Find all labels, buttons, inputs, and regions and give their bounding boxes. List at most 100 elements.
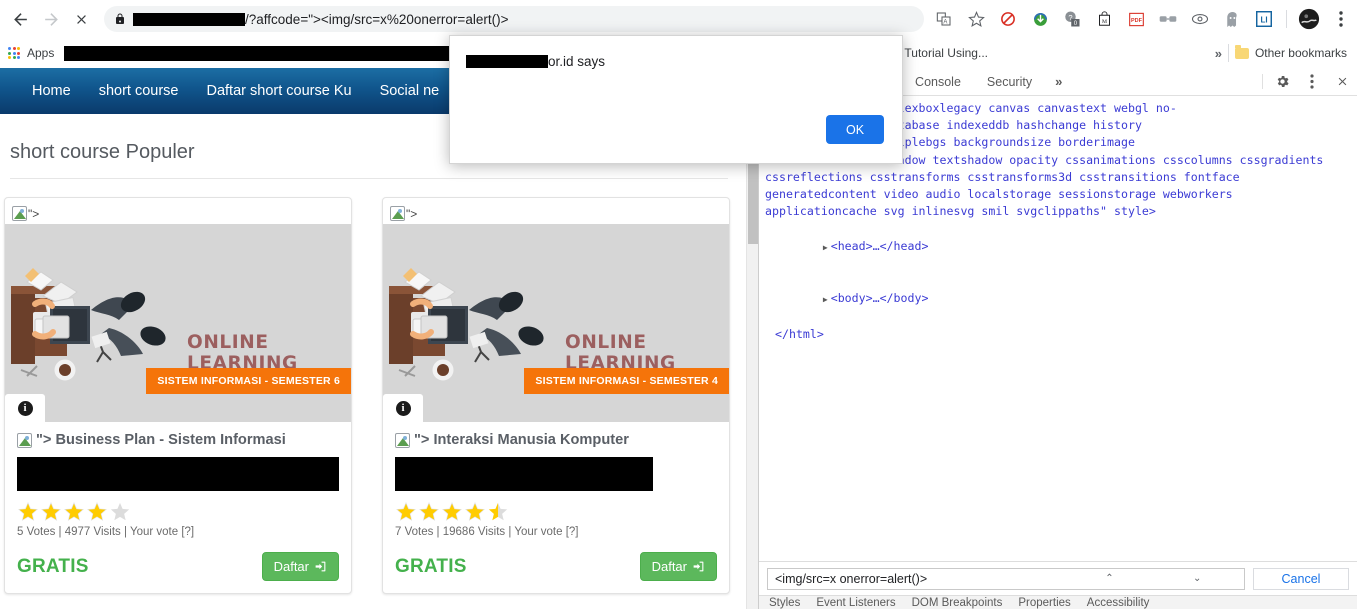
rating-stars[interactable] — [395, 501, 717, 523]
chrome-menu-icon[interactable] — [1328, 6, 1354, 32]
apps-label[interactable]: Apps — [27, 46, 54, 60]
course-title-text: Business Plan - Sistem Informasi — [55, 432, 286, 448]
search-nav-arrows: ⌃ ⌄ — [1067, 573, 1240, 584]
dom-line: generatedcontent video audio localstorag… — [765, 187, 1233, 202]
star-filled-icon — [396, 502, 416, 521]
back-button[interactable] — [8, 4, 33, 34]
course-price: GRATIS — [17, 555, 89, 577]
page-content: short course Populer "> ONLINE LEARNING … — [0, 114, 746, 594]
forward-button[interactable] — [39, 4, 64, 34]
pdf-extension-icon[interactable]: PDF — [1123, 6, 1149, 32]
search-next-icon[interactable]: ⌄ — [1154, 573, 1240, 584]
star-filled-icon — [465, 502, 485, 521]
register-button-label: Daftar — [651, 559, 687, 574]
bookmarks-divider — [1227, 44, 1229, 62]
register-button[interactable]: Daftar — [261, 552, 339, 581]
title-divider — [10, 178, 728, 179]
nav-item-social-network[interactable]: Social ne — [366, 83, 454, 99]
card-body: "> Business Plan - Sistem Informasi 5 Vo… — [5, 422, 351, 593]
tab-security[interactable]: Security — [974, 68, 1045, 95]
nav-item-home[interactable]: Home — [18, 83, 85, 99]
star-filled-icon — [87, 502, 107, 521]
bookmark-star-icon[interactable] — [963, 6, 989, 32]
dom-node-head[interactable]: ▶ <head>…</head> — [765, 220, 1357, 273]
stop-loading-button[interactable] — [69, 4, 94, 34]
info-icon: i — [17, 400, 33, 416]
other-bookmarks-label: Other bookmarks — [1254, 46, 1347, 60]
card-footer: GRATIS Daftar — [17, 552, 339, 581]
expand-triangle-icon[interactable]: ▶ — [823, 295, 828, 304]
devtools-toolbar-divider — [1262, 74, 1263, 89]
info-icon: i — [395, 400, 411, 416]
address-bar[interactable]: /?affcode="><img/src=x%20onerror=alert()… — [104, 6, 925, 32]
kebab-menu-icon[interactable] — [1297, 68, 1327, 95]
tab-console[interactable]: Console — [902, 68, 974, 95]
status-badge: SISTEM INFORMASI - SEMESTER 6 — [146, 368, 351, 394]
star-filled-icon — [18, 502, 38, 521]
sidebar-tab-event-listeners[interactable]: Event Listeners — [816, 597, 895, 609]
help-badge-icon[interactable]: ? 0 — [1059, 6, 1085, 32]
course-hero-image: ONLINE LEARNING SISTEM INFORMASI - SEMES… — [5, 224, 351, 394]
nav-item-short-course[interactable]: short course — [85, 83, 193, 99]
glasses-extension-icon[interactable] — [1155, 6, 1181, 32]
alert-origin-text: or.id says — [548, 54, 606, 69]
broken-image-text: "> — [414, 432, 430, 448]
expand-triangle-icon[interactable]: ▶ — [823, 243, 828, 252]
download-manager-icon[interactable] — [1027, 6, 1053, 32]
card-broken-image-row: "> — [383, 198, 729, 224]
broken-image-text: "> — [36, 432, 52, 448]
bookmarks-overflow-icon[interactable]: » — [1215, 46, 1222, 61]
rating-stars[interactable] — [17, 501, 339, 523]
javascript-alert-dialog: or.id says OK — [449, 35, 903, 164]
adblock-icon[interactable] — [995, 6, 1021, 32]
broken-image-icon: "> — [390, 206, 417, 222]
profile-avatar-icon[interactable] — [1296, 6, 1322, 32]
search-cancel-button[interactable]: Cancel — [1253, 567, 1349, 590]
search-prev-icon[interactable]: ⌃ — [1067, 573, 1153, 584]
course-card[interactable]: "> ONLINE LEARNING SISTEM INFORMASI - SE… — [4, 197, 352, 594]
rating-meta: 7 Votes | 19686 Visits | Your vote [?] — [395, 526, 579, 538]
card-info-tab[interactable]: i — [5, 394, 45, 422]
close-x-icon — [77, 14, 87, 24]
close-icon[interactable] — [1327, 68, 1357, 95]
translate-icon[interactable]: A — [931, 6, 957, 32]
ghost-extension-icon[interactable] — [1219, 6, 1245, 32]
toolbar-divider — [1286, 10, 1288, 28]
course-card[interactable]: "> ONLINE LEARNING SISTEM INFORMASI - SE… — [382, 197, 730, 594]
other-bookmarks-folder[interactable]: Other bookmarks — [1234, 44, 1347, 60]
svg-text:A: A — [943, 20, 947, 26]
linkedin-icon[interactable]: LI — [1251, 6, 1277, 32]
register-button[interactable]: Daftar — [639, 552, 717, 581]
sidebar-tab-properties[interactable]: Properties — [1018, 597, 1070, 609]
course-title: "> Interaksi Manusia Komputer — [395, 432, 717, 448]
card-info-tab[interactable]: i — [383, 394, 423, 422]
alert-ok-button[interactable]: OK — [826, 115, 884, 144]
devtools-search-input[interactable]: <img/src=x onerror=alert()> ⌃ ⌄ — [767, 567, 1245, 590]
dom-node-body[interactable]: ▶ <body>…</body> — [765, 273, 1357, 326]
card-body: "> Interaksi Manusia Komputer 7 Votes | … — [383, 422, 729, 593]
gear-icon[interactable] — [1267, 68, 1297, 95]
tab-overflow-chevrons[interactable]: » — [1045, 68, 1072, 95]
star-filled-icon — [442, 502, 462, 521]
svg-text:PDF: PDF — [1131, 18, 1143, 24]
back-arrow-icon — [13, 12, 27, 26]
apps-grid-icon[interactable] — [8, 47, 20, 59]
forward-arrow-icon — [44, 12, 58, 26]
register-button-label: Daftar — [273, 559, 309, 574]
devtools-dom-tree[interactable]: lass=" js flexbox flexboxlegacy canvas c… — [759, 96, 1357, 561]
metamask-icon[interactable]: M — [1091, 6, 1117, 32]
sidebar-tab-styles[interactable]: Styles — [769, 597, 800, 609]
sidebar-tab-accessibility[interactable]: Accessibility — [1087, 597, 1150, 609]
sign-in-arrow-icon — [314, 560, 327, 573]
alert-origin-label: or.id says — [466, 54, 605, 69]
broken-image-glyph — [390, 206, 405, 222]
svg-text:M: M — [1102, 19, 1107, 25]
url-redaction-bar — [133, 12, 246, 26]
svg-text:LI: LI — [1260, 16, 1267, 25]
course-description-redaction — [395, 457, 653, 491]
nav-item-daftar-short-course-ku[interactable]: Daftar short course Ku — [192, 83, 365, 99]
eye-extension-icon[interactable] — [1187, 6, 1213, 32]
broken-image-glyph — [17, 432, 32, 448]
star-half-icon — [488, 502, 508, 521]
sidebar-tab-dom-breakpoints[interactable]: DOM Breakpoints — [912, 597, 1003, 609]
